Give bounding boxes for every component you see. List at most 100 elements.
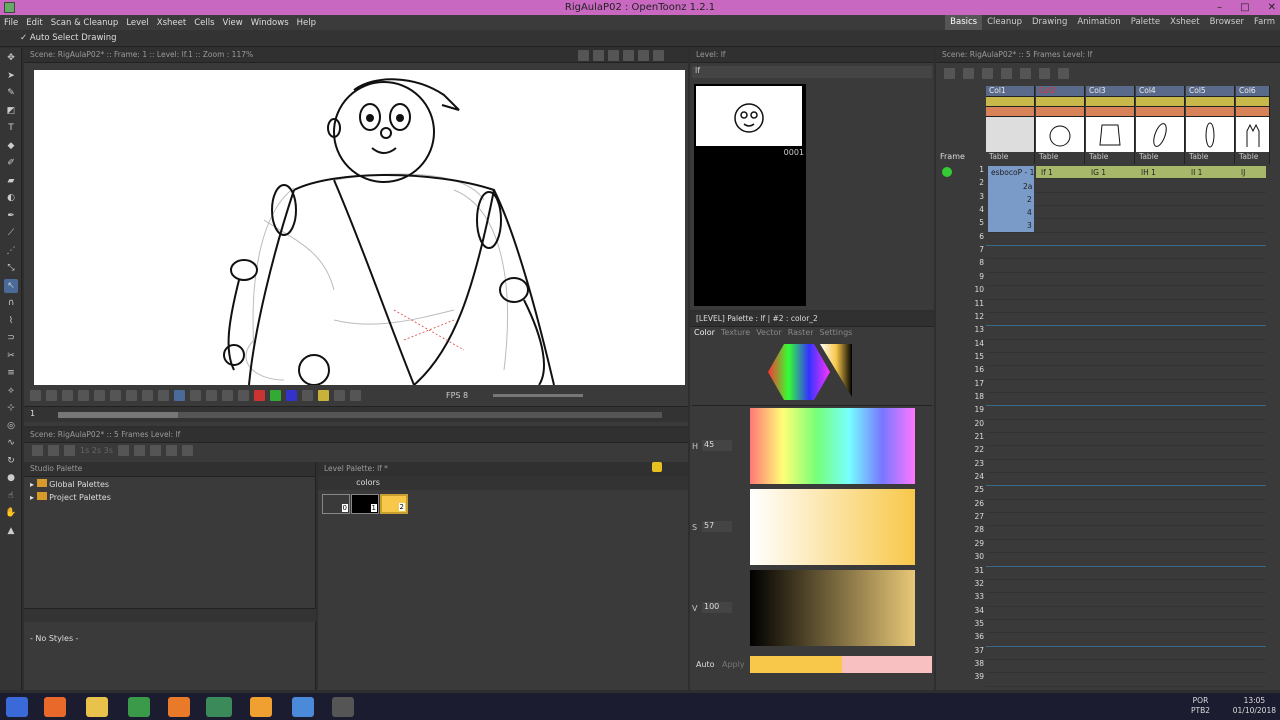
column-header-col3[interactable]: Col3 Table — [1086, 86, 1135, 164]
auto-button[interactable]: Auto — [696, 660, 715, 669]
menu-level[interactable]: Level — [122, 18, 152, 28]
histogram-icon[interactable] — [318, 389, 329, 401]
menu-icon[interactable] — [30, 389, 41, 401]
freeze-icon[interactable] — [638, 50, 649, 61]
new-vector-level-icon[interactable] — [32, 445, 43, 456]
obs-icon[interactable] — [332, 697, 354, 717]
bender-tool-icon[interactable]: ⌇ — [4, 314, 18, 328]
frame-row-number[interactable]: 11 — [950, 299, 992, 312]
move-icon[interactable] — [181, 445, 193, 456]
magnet-tool-icon[interactable]: ∩ — [4, 296, 18, 310]
xsheet-cell[interactable]: lf 1 — [1038, 167, 1053, 179]
alpha-channel-icon[interactable] — [302, 389, 313, 401]
blue-channel-icon[interactable] — [286, 389, 297, 401]
app-icon[interactable] — [250, 697, 272, 717]
auto-select-checkbox[interactable]: ✓ — [20, 33, 30, 43]
geometric-tool-icon[interactable]: ◩ — [4, 104, 18, 118]
frame-row-number[interactable]: 26 — [950, 499, 992, 512]
frame-row-number[interactable]: 24 — [950, 472, 992, 485]
rgb-picker-tool-icon[interactable]: ⟋ — [4, 226, 18, 240]
xsheet-cell[interactable]: 2a — [1020, 181, 1032, 193]
frame-number[interactable]: 1 — [30, 409, 35, 418]
xsheet-cell[interactable]: lJ — [1238, 167, 1245, 179]
refresh-icon[interactable] — [117, 445, 129, 456]
reframe-icon[interactable] — [1020, 68, 1031, 79]
frame-row-number[interactable]: 20 — [950, 419, 992, 432]
frame-toggles[interactable]: 1s 2s 3s — [80, 446, 113, 455]
column-header-col2[interactable]: Col2 Table — [1036, 86, 1085, 164]
xsheet-cell[interactable]: lH 1 — [1138, 167, 1156, 179]
tab-vector[interactable]: Vector — [756, 327, 782, 339]
hue-slider[interactable] — [750, 408, 915, 484]
frame-row-number[interactable]: 16 — [950, 365, 992, 378]
level-thumbnail[interactable] — [696, 86, 802, 146]
frame-row-number[interactable]: 30 — [950, 552, 992, 565]
frame-row-number[interactable]: 7 — [950, 245, 992, 258]
background-checker-icon[interactable] — [110, 389, 121, 401]
color-wheel[interactable] — [768, 342, 854, 402]
frame-row-number[interactable]: 2 — [950, 178, 992, 191]
global-palettes-item[interactable]: ▸ Global Palettes — [30, 479, 309, 489]
type-tool-icon[interactable]: T — [4, 121, 18, 135]
xsheet-cell[interactable]: lI 1 — [1188, 167, 1202, 179]
step-icon[interactable] — [1039, 68, 1050, 79]
frame-row-number[interactable]: 27 — [950, 512, 992, 525]
frame-slider[interactable] — [58, 412, 662, 418]
prev-frame-icon[interactable] — [158, 389, 169, 401]
save-icon[interactable] — [46, 389, 57, 401]
pump-tool-icon[interactable]: ↖ — [4, 278, 18, 293]
table-view-icon[interactable] — [593, 50, 604, 61]
style-picker-tool-icon[interactable]: ✒ — [4, 209, 18, 223]
column-header-col4[interactable]: Col4 Table — [1136, 86, 1185, 164]
tab-texture[interactable]: Texture — [721, 327, 750, 339]
frame-row-number[interactable]: 22 — [950, 445, 992, 458]
room-tab-cleanup[interactable]: Cleanup — [982, 15, 1027, 30]
new-toonz-level-icon[interactable] — [48, 445, 59, 456]
frame-row-number[interactable]: 12 — [950, 312, 992, 325]
play-icon[interactable] — [190, 389, 201, 401]
xsheet-cell[interactable]: 3 — [1024, 220, 1032, 232]
frame-row-number[interactable]: 34 — [950, 606, 992, 619]
green-channel-icon[interactable] — [270, 389, 281, 401]
background-black-icon[interactable] — [126, 389, 137, 401]
frame-row-number[interactable]: 4 — [950, 205, 992, 218]
rotate-tool-icon[interactable]: ↻ — [4, 454, 18, 468]
saturation-slider[interactable] — [750, 489, 915, 565]
language-indicator[interactable]: POR PTB2 — [1191, 696, 1210, 716]
project-palettes-item[interactable]: ▸ Project Palettes — [30, 492, 309, 502]
brush-tool-icon[interactable]: ✎ — [4, 86, 18, 100]
frame-row-number[interactable]: 3 — [950, 192, 992, 205]
skeleton-tool-icon[interactable]: ≡ — [4, 366, 18, 380]
red-channel-icon[interactable] — [254, 389, 265, 401]
frame-row-number[interactable]: 38 — [950, 659, 992, 672]
room-tab-drawing[interactable]: Drawing — [1027, 15, 1072, 30]
new-raster-level-icon[interactable] — [64, 445, 75, 456]
3d-view-icon[interactable] — [608, 50, 619, 61]
style-chip[interactable]: 1 — [351, 494, 379, 514]
frame-row-number[interactable]: 1 — [950, 165, 992, 178]
animate-tool-icon[interactable]: ✥ — [4, 51, 18, 65]
tab-color[interactable]: Color — [694, 327, 715, 339]
frame-row-number[interactable]: 19 — [950, 405, 992, 418]
compare-icon[interactable] — [78, 389, 89, 401]
eraser-tool-icon[interactable]: ▰ — [4, 174, 18, 188]
reframe-icon[interactable] — [133, 445, 145, 456]
hue-field[interactable]: 45 — [702, 440, 732, 451]
xsheet-cell[interactable]: 4 — [1024, 207, 1032, 219]
frame-row-number[interactable]: 36 — [950, 632, 992, 645]
tracker-tool-icon[interactable]: ⟡ — [4, 384, 18, 398]
frame-row-number[interactable]: 18 — [950, 392, 992, 405]
frame-row-number[interactable]: 35 — [950, 619, 992, 632]
style-chip[interactable]: 0 — [322, 494, 350, 514]
duplicate-icon[interactable] — [165, 445, 177, 456]
selection-tool-icon[interactable]: ➤ — [4, 69, 18, 83]
frame-row-number[interactable]: 29 — [950, 539, 992, 552]
room-tab-basics[interactable]: Basics — [945, 15, 983, 30]
pinch-tool-icon[interactable]: ⤡ — [4, 261, 18, 275]
value-field[interactable]: 100 — [702, 602, 732, 613]
frame-row-number[interactable]: 6 — [950, 232, 992, 245]
palette-page-tab[interactable]: colors — [354, 478, 382, 487]
preview-icon[interactable] — [623, 50, 634, 61]
menu-edit[interactable]: Edit — [22, 18, 46, 28]
new-toonz-level-icon[interactable] — [963, 68, 974, 79]
